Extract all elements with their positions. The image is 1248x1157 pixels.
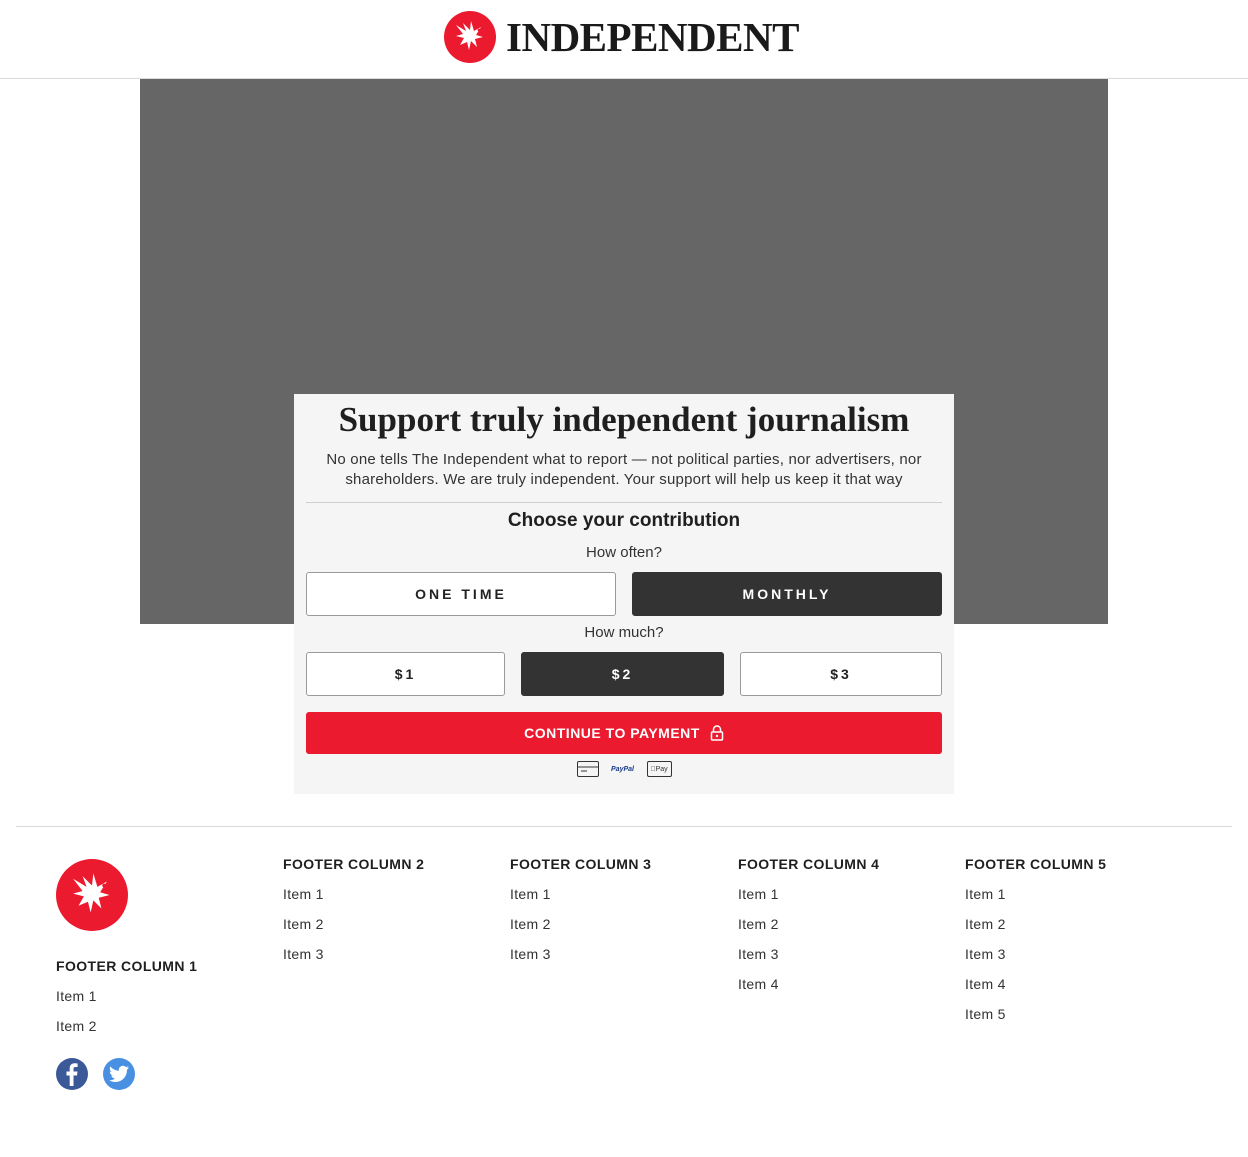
twitter-icon[interactable] — [103, 1058, 135, 1090]
lock-icon — [710, 725, 724, 741]
footer-column-1: FOOTER COLUMN 1 Item 1 Item 2 — [56, 958, 197, 1048]
footer-column-3: FOOTER COLUMN 3 Item 1 Item 2 Item 3 — [510, 856, 651, 976]
site-header: INDEPENDENT — [0, 0, 1248, 79]
footer-link[interactable]: Item 4 — [738, 976, 879, 1006]
footer-column-title: FOOTER COLUMN 1 — [56, 958, 198, 974]
footer-column-title: FOOTER COLUMN 5 — [965, 856, 1107, 872]
brand-logo[interactable]: INDEPENDENT — [444, 11, 799, 63]
paypal-icon: PayPal — [611, 765, 634, 773]
footer-link[interactable]: Item 4 — [965, 976, 1106, 1006]
amount-3-button[interactable]: $3 — [740, 652, 942, 696]
divider — [306, 502, 942, 503]
monthly-button[interactable]: MONTHLY — [632, 572, 942, 616]
panel-description: No one tells The Independent what to rep… — [326, 451, 922, 488]
footer-link[interactable]: Item 2 — [965, 916, 1106, 946]
footer-link[interactable]: Item 1 — [510, 886, 651, 916]
footer-link[interactable]: Item 3 — [738, 946, 879, 976]
amount-2-button[interactable]: $2 — [521, 652, 724, 696]
continue-label: CONTINUE TO PAYMENT — [524, 725, 700, 741]
amount-question: How much? — [584, 624, 664, 641]
footer-link[interactable]: Item 3 — [510, 946, 651, 976]
continue-to-payment-button[interactable]: CONTINUE TO PAYMENT — [306, 712, 942, 754]
footer-divider — [16, 826, 1232, 827]
footer-link[interactable]: Item 1 — [56, 988, 197, 1018]
footer-link[interactable]: Item 2 — [56, 1018, 197, 1048]
apple-pay-label: Pay — [652, 765, 668, 773]
contribution-panel: Support truly independent journalism No … — [294, 394, 954, 794]
footer-column-title: FOOTER COLUMN 3 — [510, 856, 652, 872]
social-links — [56, 1058, 135, 1090]
frequency-question: How often? — [586, 544, 662, 561]
panel-title: Support truly independent journalism — [338, 400, 910, 439]
footer-column-title: FOOTER COLUMN 4 — [738, 856, 880, 872]
footer-column-5: FOOTER COLUMN 5 Item 1 Item 2 Item 3 Ite… — [965, 856, 1106, 1036]
card-icon — [576, 761, 599, 777]
footer-link[interactable]: Item 1 — [738, 886, 879, 916]
footer-link[interactable]: Item 3 — [965, 946, 1106, 976]
footer-eagle-icon[interactable] — [56, 859, 128, 931]
footer-link[interactable]: Item 2 — [510, 916, 651, 946]
footer-link[interactable]: Item 1 — [965, 886, 1106, 916]
footer-link[interactable]: Item 2 — [283, 916, 424, 946]
footer-column-2: FOOTER COLUMN 2 Item 1 Item 2 Item 3 — [283, 856, 424, 976]
eagle-icon — [444, 11, 496, 63]
choose-contribution-heading: Choose your contribution — [507, 510, 741, 531]
amount-1-button[interactable]: $1 — [306, 652, 505, 696]
footer-link[interactable]: Item 3 — [283, 946, 424, 976]
brand-name: INDEPENDENT — [506, 13, 799, 60]
one-time-button[interactable]: ONE TIME — [306, 572, 616, 616]
facebook-icon[interactable] — [56, 1058, 88, 1090]
footer-link[interactable]: Item 2 — [738, 916, 879, 946]
footer-column-title: FOOTER COLUMN 2 — [283, 856, 425, 872]
footer-column-4: FOOTER COLUMN 4 Item 1 Item 2 Item 3 Ite… — [738, 856, 879, 1006]
payment-methods: PayPal  Pay — [294, 761, 954, 777]
footer-link[interactable]: Item 5 — [965, 1006, 1106, 1036]
apple-pay-icon:  Pay — [646, 761, 672, 777]
footer-link[interactable]: Item 1 — [283, 886, 424, 916]
